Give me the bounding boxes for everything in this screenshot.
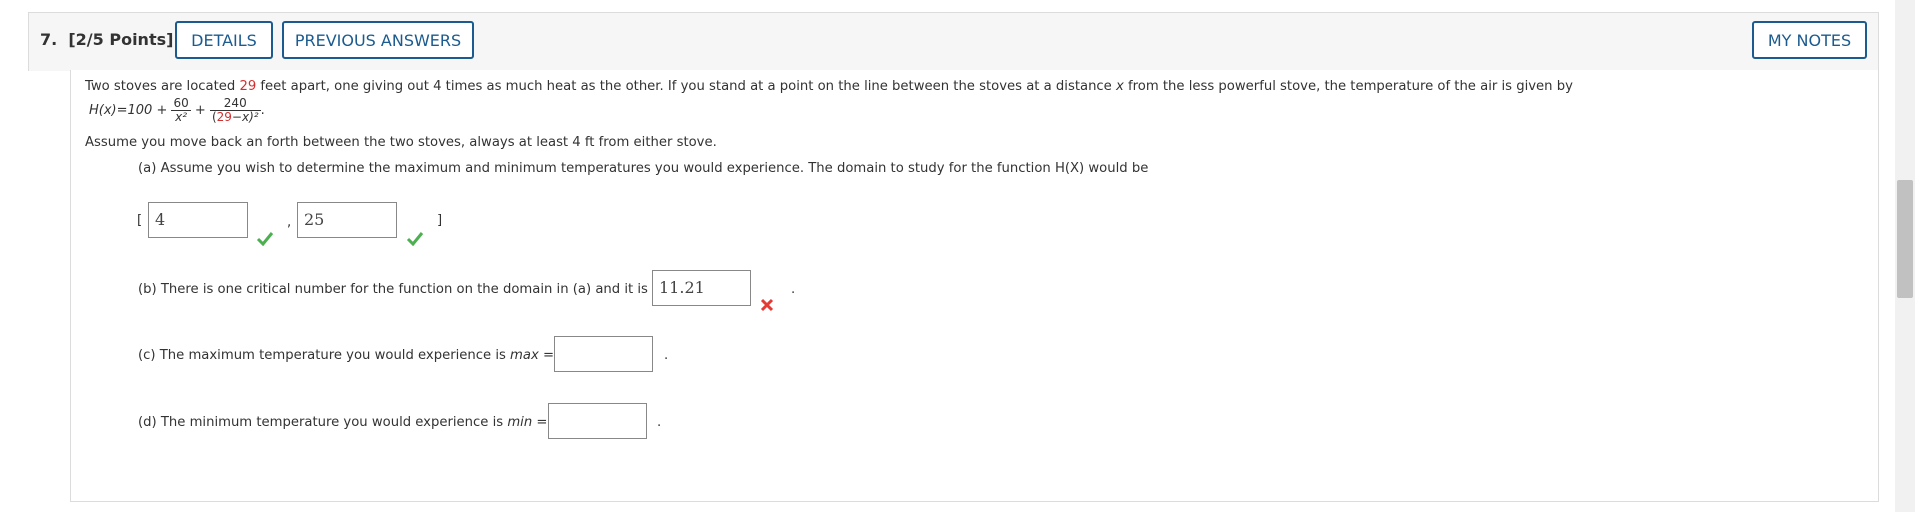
question-number-label: 7. [2/5 Points] <box>40 30 173 49</box>
question-points: [2/5 Points] <box>68 30 174 49</box>
question-number: 7. <box>40 30 58 49</box>
domain-low-input[interactable]: 4 <box>148 202 248 238</box>
problem-assumption: Assume you move back an forth between th… <box>85 135 717 150</box>
incorrect-x-icon <box>760 298 774 312</box>
correct-check-icon <box>256 232 274 246</box>
distance-value: 29 <box>239 79 257 94</box>
domain-high-input[interactable]: 25 <box>297 202 397 238</box>
domain-comma: , <box>287 215 292 230</box>
domain-close-bracket: ] <box>437 213 443 228</box>
part-b-text: (b) There is one critical number for the… <box>138 282 648 297</box>
min-temperature-input[interactable] <box>548 403 647 439</box>
temperature-formula: H(x)=100 + 60 x² + 240 (29−x)². <box>89 96 265 124</box>
part-a-text: (a) Assume you wish to determine the max… <box>138 161 1149 176</box>
formula-fraction-2: 240 (29−x)² <box>209 96 261 124</box>
max-temperature-input[interactable] <box>554 336 653 372</box>
part-d-text: (d) The minimum temperature you would ex… <box>138 415 548 430</box>
part-c-text: (c) The maximum temperature you would ex… <box>138 348 555 363</box>
previous-answers-button[interactable]: PREVIOUS ANSWERS <box>282 21 474 59</box>
part-d-period: . <box>657 415 662 430</box>
part-c-period: . <box>664 348 669 363</box>
scrollbar-thumb[interactable] <box>1897 180 1913 298</box>
correct-check-icon <box>406 232 424 246</box>
domain-open-bracket: [ <box>137 213 143 228</box>
details-button[interactable]: DETAILS <box>175 21 273 59</box>
problem-intro: Two stoves are located 29 feet apart, on… <box>85 79 1573 94</box>
critical-number-input[interactable]: 11.21 <box>652 270 751 306</box>
part-b-period: . <box>791 282 796 297</box>
formula-fraction-1: 60 x² <box>171 96 191 124</box>
my-notes-button[interactable]: MY NOTES <box>1752 21 1867 59</box>
